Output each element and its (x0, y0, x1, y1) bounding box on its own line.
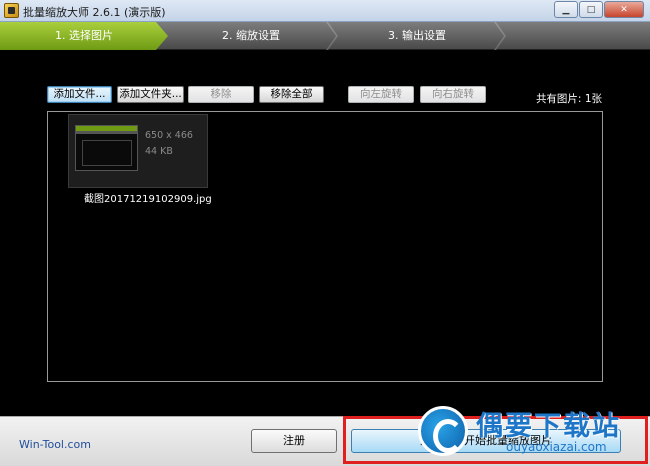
app-icon (4, 3, 19, 18)
title-bar[interactable]: 批量缩放大师 2.6.1 (演示版) ▁ □ ✕ (0, 0, 650, 22)
step-resize-settings[interactable]: 2. 缩放设置 (168, 22, 334, 50)
maximize-button[interactable]: □ (579, 1, 603, 18)
watermark-logo-icon (418, 406, 468, 456)
watermark-title: 偶要下载站 (476, 411, 621, 442)
image-list[interactable]: 650 x 466 44 KB 截图20171219102909.jpg (47, 111, 603, 382)
close-icon: ✕ (620, 4, 628, 15)
add-folder-button[interactable]: 添加文件夹... (117, 86, 184, 103)
image-dimensions: 650 x 466 (145, 130, 193, 141)
image-filename: 截图20171219102909.jpg (84, 194, 212, 205)
rotate-right-button[interactable]: 向右旋转 (420, 86, 486, 103)
brand-link[interactable]: Win-Tool.com (19, 438, 91, 451)
window-title: 批量缩放大师 2.6.1 (演示版) (23, 6, 166, 19)
maximize-icon: □ (586, 4, 596, 15)
step-select-images[interactable]: 1. 选择图片 (0, 22, 168, 50)
image-size: 44 KB (145, 146, 173, 157)
step-bar: 1. 选择图片 2. 缩放设置 3. 输出设置 (0, 22, 650, 50)
image-thumbnail (75, 125, 138, 171)
image-count: 共有图片: 1张 (535, 93, 602, 105)
remove-all-button[interactable]: 移除全部 (259, 86, 324, 103)
image-item[interactable]: 650 x 466 44 KB (68, 114, 208, 188)
remove-button[interactable]: 移除 (188, 86, 254, 103)
step-output-settings[interactable]: 3. 输出设置 (334, 22, 500, 50)
minimize-icon: ▁ (562, 4, 570, 15)
add-files-button[interactable]: 添加文件... (47, 86, 112, 103)
register-button[interactable]: 注册 (251, 429, 337, 453)
watermark-url: ouyaoxiazai.com (506, 440, 607, 454)
site-watermark: 偶要下载站 ouyaoxiazai.com (418, 404, 648, 464)
rotate-left-button[interactable]: 向左旋转 (348, 86, 414, 103)
close-button[interactable]: ✕ (604, 1, 644, 18)
minimize-button[interactable]: ▁ (554, 1, 578, 18)
window-controls: ▁ □ ✕ (554, 1, 644, 18)
